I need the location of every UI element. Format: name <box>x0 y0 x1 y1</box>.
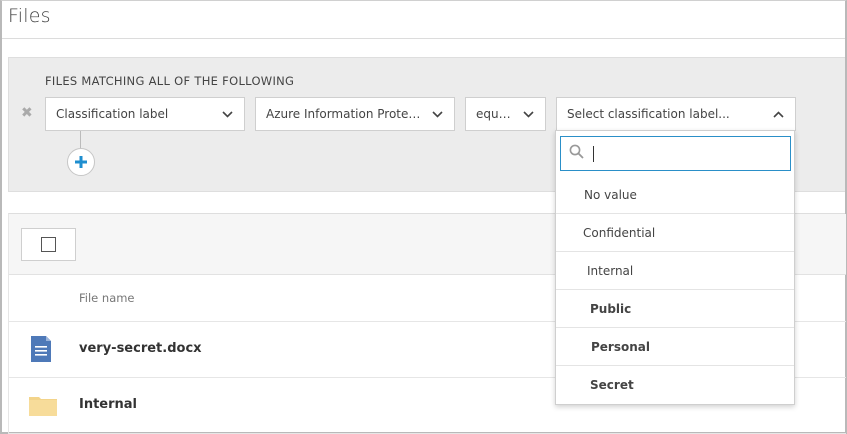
operator-dropdown-label: equals <box>476 107 515 121</box>
field-dropdown[interactable]: Classification label <box>45 97 245 131</box>
chevron-up-icon <box>771 107 785 121</box>
classification-search-box[interactable] <box>560 136 791 171</box>
checkbox-box <box>41 237 56 252</box>
chevron-down-icon <box>521 107 535 121</box>
classification-option-list: No value Confidential Internal Public Pe… <box>556 176 794 404</box>
provider-dropdown-label: Azure Information Protect... <box>266 107 424 121</box>
chevron-down-icon <box>430 107 444 121</box>
close-icon[interactable]: ✖ <box>21 106 33 120</box>
page-title: Files <box>8 5 51 27</box>
option-public[interactable]: Public <box>556 290 794 328</box>
search-icon <box>569 144 584 163</box>
filter-heading: FILES MATCHING ALL OF THE FOLLOWING <box>45 74 295 88</box>
provider-dropdown[interactable]: Azure Information Protect... <box>255 97 455 131</box>
filter-connector-line <box>80 131 81 149</box>
select-all-checkbox[interactable] <box>21 228 76 261</box>
document-icon <box>29 336 53 367</box>
column-header-file-name[interactable]: File name <box>79 291 135 305</box>
option-confidential[interactable]: Confidential <box>556 214 794 252</box>
title-divider <box>2 38 845 39</box>
folder-icon <box>29 395 57 420</box>
option-no-value[interactable]: No value <box>556 176 794 214</box>
option-personal[interactable]: Personal <box>556 328 794 366</box>
file-name[interactable]: very-secret.docx <box>79 341 202 356</box>
plus-icon <box>75 156 87 168</box>
chevron-down-icon <box>220 107 234 121</box>
file-name[interactable]: Internal <box>79 397 137 412</box>
option-internal[interactable]: Internal <box>556 252 794 290</box>
option-secret[interactable]: Secret <box>556 366 794 404</box>
classification-value-dropdown[interactable]: Select classification label... <box>556 97 796 131</box>
add-filter-button[interactable] <box>67 148 95 176</box>
operator-dropdown[interactable]: equals <box>465 97 546 131</box>
classification-options-popup: No value Confidential Internal Public Pe… <box>555 130 795 405</box>
classification-search-input[interactable] <box>591 143 781 165</box>
field-dropdown-label: Classification label <box>56 107 169 121</box>
classification-value-placeholder: Select classification label... <box>567 107 730 121</box>
